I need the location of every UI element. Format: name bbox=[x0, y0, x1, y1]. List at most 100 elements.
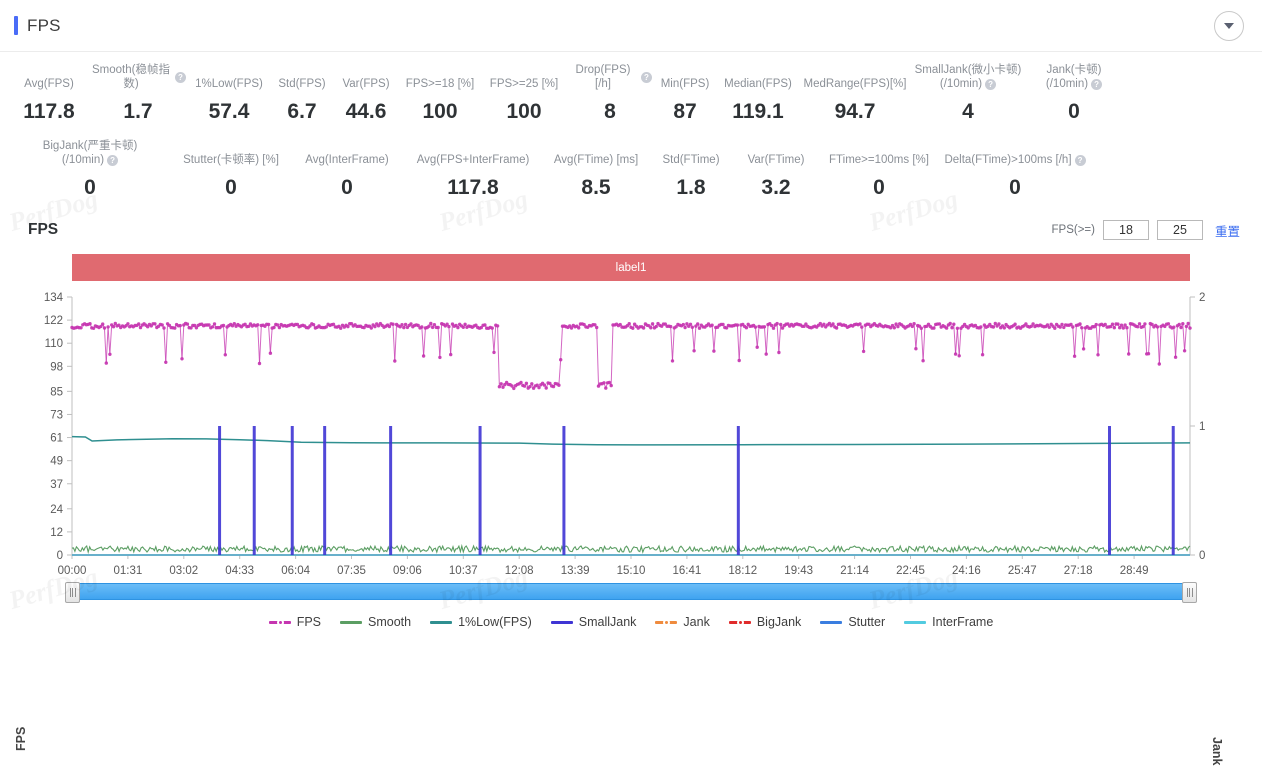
x-axis-tick-label: 06:04 bbox=[281, 565, 310, 577]
legend-label: BigJank bbox=[756, 615, 802, 629]
legend-label: FPS bbox=[296, 615, 322, 629]
fps-threshold-1-input[interactable] bbox=[1102, 220, 1149, 240]
slider-track[interactable] bbox=[65, 582, 1197, 603]
fps-chart[interactable]: 0 12 24 37 49 61 73 85 98 110 122 134 0 1 2 00:00 01:31 0… bbox=[0, 289, 1262, 766]
y-axis-tick-label: 37 bbox=[50, 479, 63, 491]
x-axis-tick-label: 25:47 bbox=[1008, 565, 1037, 577]
legend-item-1-low-fps[interactable]: 1%Low(FPS) bbox=[430, 615, 532, 629]
help-icon[interactable]: ? bbox=[107, 154, 119, 166]
chart-title: FPS bbox=[28, 221, 59, 238]
metric-cell: Std(FTime) 1.8 bbox=[648, 140, 734, 200]
metric-cell: Stutter(卡顿率) [%] 0 bbox=[170, 140, 292, 200]
x-axis-tick-label: 12:08 bbox=[505, 565, 534, 577]
y-axis-tick-label: 73 bbox=[50, 409, 63, 421]
metric-value: 87 bbox=[673, 100, 697, 123]
metric-label: Avg(FPS) bbox=[24, 77, 74, 90]
y-axis-tick-label: 61 bbox=[50, 433, 63, 445]
x-axis-tick-label: 09:06 bbox=[393, 565, 422, 577]
metric-cell: Jank(卡顿) (/10min)? 0 bbox=[1026, 64, 1122, 124]
fps-threshold-2-input[interactable] bbox=[1156, 220, 1203, 240]
metric-value: 44.6 bbox=[345, 100, 387, 123]
metric-label: SmallJank(微小卡顿) (/10min)? bbox=[914, 64, 1022, 90]
legend-label: InterFrame bbox=[932, 615, 994, 629]
metric-cell: Delta(FTime)>100ms [/h]? 0 bbox=[940, 140, 1090, 200]
legend-label: SmallJank bbox=[578, 615, 637, 629]
metric-label: Delta(FTime)>100ms [/h]? bbox=[942, 140, 1088, 167]
metric-label: MedRange(FPS)[%] bbox=[803, 77, 907, 90]
x-axis-tick-label: 00:00 bbox=[58, 565, 87, 577]
legend-label: Stutter bbox=[848, 615, 886, 629]
x-axis-tick-label: 24:16 bbox=[952, 565, 981, 577]
help-icon[interactable]: ? bbox=[985, 78, 997, 90]
metric-label: Min(FPS) bbox=[660, 77, 710, 90]
x-axis-tick-label: 01:31 bbox=[114, 565, 143, 577]
help-icon[interactable]: ? bbox=[1074, 154, 1086, 166]
legend-swatch bbox=[904, 617, 927, 627]
metric-label: Std(FTime) bbox=[662, 153, 720, 166]
collapse-panel-button[interactable] bbox=[1214, 11, 1244, 41]
legend-swatch bbox=[430, 617, 453, 627]
page-title-group: FPS bbox=[14, 16, 61, 36]
metric-value: 100 bbox=[422, 100, 458, 123]
x-axis-tick-label: 07:35 bbox=[337, 565, 366, 577]
series-smooth bbox=[71, 543, 1191, 555]
metric-cell: Min(FPS) 87 bbox=[654, 64, 716, 124]
x-axis-tick-label: 22:45 bbox=[896, 565, 925, 577]
page-title: FPS bbox=[27, 15, 61, 35]
legend-item-interframe[interactable]: InterFrame bbox=[904, 615, 993, 629]
series-fps bbox=[70, 321, 1192, 391]
metric-cell: MedRange(FPS)[%] 94.7 bbox=[800, 64, 910, 124]
metric-value: 117.8 bbox=[447, 176, 499, 199]
page-header: FPS bbox=[0, 0, 1262, 52]
legend-item-smalljank[interactable]: SmallJank bbox=[550, 615, 637, 629]
y-axis-tick-label: 0 bbox=[57, 550, 63, 562]
legend-item-jank[interactable]: Jank bbox=[655, 615, 710, 629]
metric-label: Stutter(卡顿率) [%] bbox=[183, 153, 279, 166]
help-icon[interactable]: ? bbox=[641, 72, 652, 83]
legend-label: 1%Low(FPS) bbox=[458, 615, 532, 629]
series-1pct-low bbox=[71, 435, 1191, 446]
legend-item-stutter[interactable]: Stutter bbox=[820, 615, 885, 629]
legend-item-bigjank[interactable]: BigJank bbox=[728, 615, 802, 629]
chart-canvas[interactable]: 0122437496173859811012213401200:00 01:31 0… bbox=[0, 289, 1262, 579]
metric-label: 1%Low(FPS) bbox=[195, 77, 263, 90]
metric-value: 8 bbox=[604, 100, 616, 123]
legend-item-fps[interactable]: FPS bbox=[268, 615, 322, 629]
label-bar[interactable]: label1 bbox=[72, 254, 1190, 281]
y2-axis-tick-label: 2 bbox=[1199, 292, 1205, 304]
fps-threshold-controls: FPS(>=) 重置 bbox=[1052, 220, 1240, 240]
metric-label: BigJank(严重卡顿) (/10min)? bbox=[42, 140, 138, 166]
metric-label: Avg(FPS+InterFrame) bbox=[416, 153, 530, 166]
help-icon[interactable]: ? bbox=[175, 72, 186, 83]
legend-swatch bbox=[728, 617, 751, 627]
metric-value: 1.8 bbox=[676, 176, 706, 199]
metric-label: FPS>=25 [%] bbox=[489, 77, 559, 90]
y-axis-tick-label: 110 bbox=[45, 338, 63, 350]
x-axis-tick-label: 28:49 bbox=[1120, 565, 1149, 577]
reset-link[interactable]: 重置 bbox=[1215, 221, 1240, 240]
x-axis-tick-label: 16:41 bbox=[673, 565, 702, 577]
metric-cell: FPS>=18 [%] 100 bbox=[398, 64, 482, 124]
chart-legend: FPS Smooth 1%Low(FPS) SmallJank Jank BigJank S… bbox=[0, 615, 1262, 629]
slider-handle-right[interactable] bbox=[1182, 582, 1197, 603]
metric-label: Avg(InterFrame) bbox=[305, 153, 389, 166]
legend-swatch bbox=[655, 617, 678, 627]
legend-label: Smooth bbox=[368, 615, 412, 629]
metric-cell: Avg(FPS+InterFrame) 117.8 bbox=[402, 140, 544, 200]
legend-swatch bbox=[550, 617, 573, 627]
x-axis-tick-label: 04:33 bbox=[225, 565, 254, 577]
metric-cell: Avg(FTime) [ms] 8.5 bbox=[544, 140, 648, 200]
title-accent-bar bbox=[14, 16, 18, 35]
slider-handle-left[interactable] bbox=[65, 582, 80, 603]
metric-cell: Var(FPS) 44.6 bbox=[334, 64, 398, 124]
metric-value: 0 bbox=[225, 176, 237, 199]
help-icon[interactable]: ? bbox=[1091, 78, 1103, 90]
metric-value: 1.7 bbox=[123, 100, 153, 123]
legend-item-smooth[interactable]: Smooth bbox=[340, 615, 411, 629]
metric-cell: Smooth(稳帧指数)? 1.7 bbox=[88, 64, 188, 124]
metric-cell: Median(FPS) 119.1 bbox=[716, 64, 800, 124]
legend-swatch bbox=[268, 617, 291, 627]
metric-value: 0 bbox=[873, 176, 885, 199]
time-range-slider[interactable] bbox=[0, 582, 1262, 603]
metric-cell: Std(FPS) 6.7 bbox=[270, 64, 334, 124]
